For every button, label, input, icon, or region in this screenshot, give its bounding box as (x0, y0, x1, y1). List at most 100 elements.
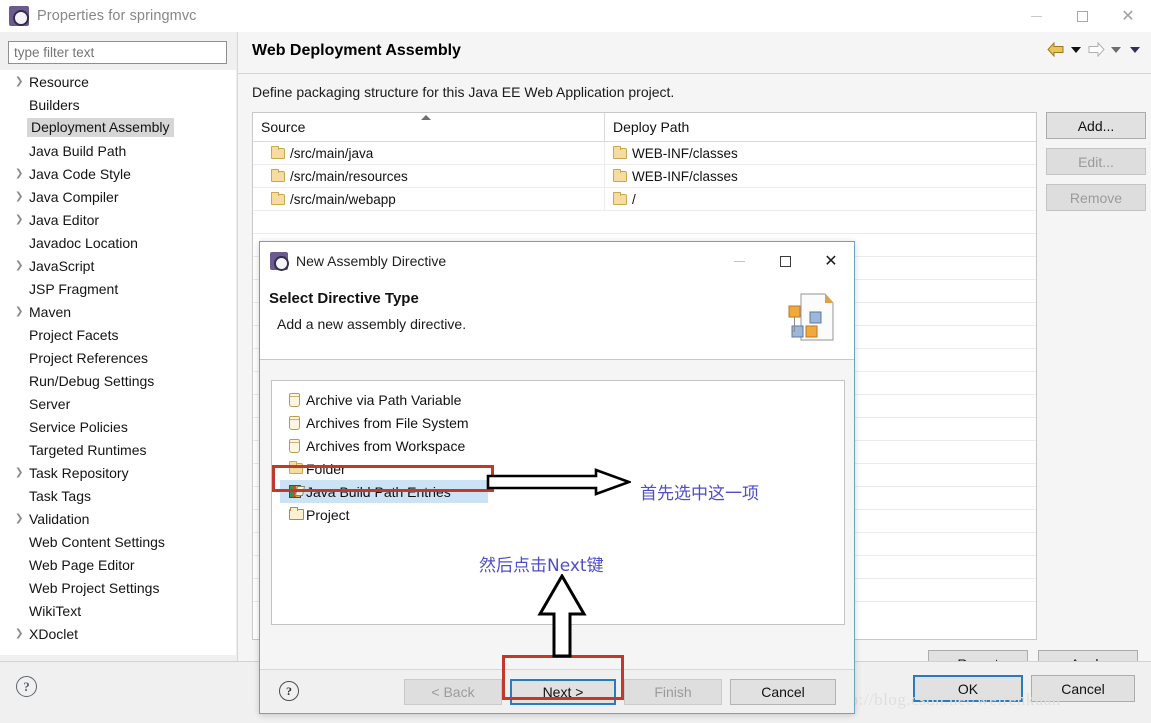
panel-description: Define packaging structure for this Java… (252, 84, 675, 100)
sidebar-item-maven[interactable]: ❯ Maven (0, 300, 236, 323)
sidebar-item-task-repository[interactable]: ❯ Task Repository (0, 461, 236, 484)
folder-icon (289, 461, 306, 474)
sidebar-item-label: Run/Debug Settings (29, 372, 155, 389)
sidebar-item-label: Deployment Assembly (27, 118, 174, 137)
eclipse-icon (270, 252, 289, 271)
list-item-java-build-path-entries[interactable]: Java Build Path Entries (280, 480, 488, 503)
tree-spacer: ❯ (15, 146, 29, 156)
list-item-archives-from-file-system[interactable]: Archives from File System (272, 411, 844, 434)
close-icon[interactable]: ✕ (808, 242, 854, 280)
sidebar-item-java-compiler[interactable]: ❯ Java Compiler (0, 185, 236, 208)
ok-button[interactable]: OK (913, 675, 1023, 702)
window-titlebar: Properties for springmvc ✕ (0, 0, 1151, 32)
back-arrow-icon[interactable] (1047, 42, 1065, 57)
sidebar-item-java-build-path[interactable]: ❯ Java Build Path (0, 139, 236, 162)
sidebar-item-targeted-runtimes[interactable]: ❯ Targeted Runtimes (0, 438, 236, 461)
cell-deploy: / (605, 188, 1036, 210)
sidebar-item-project-references[interactable]: ❯ Project References (0, 346, 236, 369)
sidebar-item-java-editor[interactable]: ❯ Java Editor (0, 208, 236, 231)
sidebar-item-task-tags[interactable]: ❯ Task Tags (0, 484, 236, 507)
window-controls: ✕ (1013, 0, 1151, 32)
sidebar-item-label: JavaScript (29, 257, 95, 274)
list-item-archive-via-path-variable[interactable]: Archive via Path Variable (272, 388, 844, 411)
sidebar-item-javadoc-location[interactable]: ❯ Javadoc Location (0, 231, 236, 254)
chevron-right-icon[interactable]: ❯ (15, 628, 29, 639)
list-item-label: Archives from File System (306, 414, 469, 431)
chevron-right-icon[interactable]: ❯ (15, 76, 29, 87)
help-icon[interactable]: ? (279, 681, 299, 701)
chevron-right-icon[interactable]: ❯ (15, 260, 29, 271)
tree-spacer: ❯ (15, 353, 29, 363)
panel-header: Web Deployment Assembly (238, 32, 1151, 74)
chevron-right-icon[interactable]: ❯ (15, 306, 29, 317)
tree-spacer: ❯ (15, 537, 29, 547)
minimize-icon[interactable] (1013, 0, 1059, 32)
filter-input[interactable] (8, 41, 227, 64)
dialog-footer: ? < Back Next > Finish Cancel (260, 669, 854, 713)
table-row[interactable]: /src/main/java WEB-INF/classes (253, 142, 1036, 165)
back-chevron-down-icon[interactable] (1071, 46, 1081, 53)
cancel-button[interactable]: Cancel (1031, 675, 1135, 702)
help-icon[interactable]: ? (16, 676, 37, 697)
sidebar-item-web-page-editor[interactable]: ❯ Web Page Editor (0, 553, 236, 576)
sidebar-item-web-content-settings[interactable]: ❯ Web Content Settings (0, 530, 236, 553)
sidebar-item-java-code-style[interactable]: ❯ Java Code Style (0, 162, 236, 185)
sidebar-item-javascript[interactable]: ❯ JavaScript (0, 254, 236, 277)
add-button[interactable]: Add... (1046, 112, 1146, 139)
dialog-heading: Select Directive Type (269, 290, 419, 307)
list-item-label: Java Build Path Entries (306, 483, 451, 500)
view-menu-chevron-down-icon[interactable] (1130, 46, 1140, 53)
sidebar-item-run-debug-settings[interactable]: ❯ Run/Debug Settings (0, 369, 236, 392)
list-item-archives-from-workspace[interactable]: Archives from Workspace (272, 434, 844, 457)
page-title: Web Deployment Assembly (252, 42, 461, 59)
minimize-icon[interactable] (716, 242, 762, 280)
sidebar-item-web-project-settings[interactable]: ❯ Web Project Settings (0, 576, 236, 599)
list-item-project[interactable]: Project (272, 503, 844, 526)
sidebar-item-service-policies[interactable]: ❯ Service Policies (0, 415, 236, 438)
list-item-label: Project (306, 506, 350, 523)
tree-spacer: ❯ (15, 330, 29, 340)
chevron-right-icon[interactable]: ❯ (15, 168, 29, 179)
sidebar-item-resource[interactable]: ❯ Resource (0, 70, 236, 93)
sidebar-item-label: Web Page Editor (29, 556, 135, 573)
forward-chevron-down-icon[interactable] (1111, 46, 1121, 53)
sidebar-item-label: Targeted Runtimes (29, 441, 147, 458)
maximize-icon[interactable] (762, 242, 808, 280)
list-item-label: Folder (306, 460, 346, 477)
sidebar-item-server[interactable]: ❯ Server (0, 392, 236, 415)
assembly-directive-icon (788, 293, 834, 341)
dialog-subtext: Add a new assembly directive. (277, 316, 467, 332)
sidebar-item-wikitext[interactable]: ❯ WikiText (0, 599, 236, 622)
table-row[interactable]: /src/main/resources WEB-INF/classes (253, 165, 1036, 188)
sidebar-item-validation[interactable]: ❯ Validation (0, 507, 236, 530)
sidebar-item-deployment-assembly[interactable]: ❯ Deployment Assembly (0, 116, 236, 139)
tree-spacer: ❯ (15, 445, 29, 455)
cell-source: /src/main/webapp (253, 188, 605, 210)
maximize-icon[interactable] (1059, 0, 1105, 32)
preferences-tree[interactable]: ❯ Resource ❯ Builders ❯ Deployment Assem… (0, 70, 236, 655)
table-row[interactable]: /src/main/webapp / (253, 188, 1036, 211)
sidebar-item-xdoclet[interactable]: ❯ XDoclet (0, 622, 236, 645)
chevron-right-icon[interactable]: ❯ (15, 214, 29, 225)
sidebar-item-project-facets[interactable]: ❯ Project Facets (0, 323, 236, 346)
sidebar-item-label: Web Project Settings (29, 579, 160, 596)
app-window: Properties for springmvc ✕ ❯ Resource ❯ … (0, 0, 1151, 723)
sidebar-item-jsp-fragment[interactable]: ❯ JSP Fragment (0, 277, 236, 300)
dialog-cancel-button[interactable]: Cancel (730, 679, 836, 705)
chevron-right-icon[interactable]: ❯ (15, 191, 29, 202)
tree-spacer: ❯ (15, 422, 29, 432)
sidebar-item-builders[interactable]: ❯ Builders (0, 93, 236, 116)
cell-source: /src/main/resources (253, 165, 605, 187)
close-icon[interactable]: ✕ (1105, 0, 1151, 32)
sidebar-item-label: Project Facets (29, 326, 119, 343)
chevron-right-icon[interactable]: ❯ (15, 513, 29, 524)
chevron-right-icon[interactable]: ❯ (15, 467, 29, 478)
next-button[interactable]: Next > (510, 679, 616, 705)
sidebar-item-label: Java Compiler (29, 188, 119, 205)
jar-icon (289, 392, 306, 407)
sidebar-item-label: Javadoc Location (29, 234, 138, 251)
tree-spacer: ❯ (15, 583, 29, 593)
column-header-deploy-path[interactable]: Deploy Path (605, 113, 1036, 141)
forward-arrow-icon[interactable] (1087, 42, 1105, 57)
sidebar-item-label: Maven (29, 303, 72, 320)
